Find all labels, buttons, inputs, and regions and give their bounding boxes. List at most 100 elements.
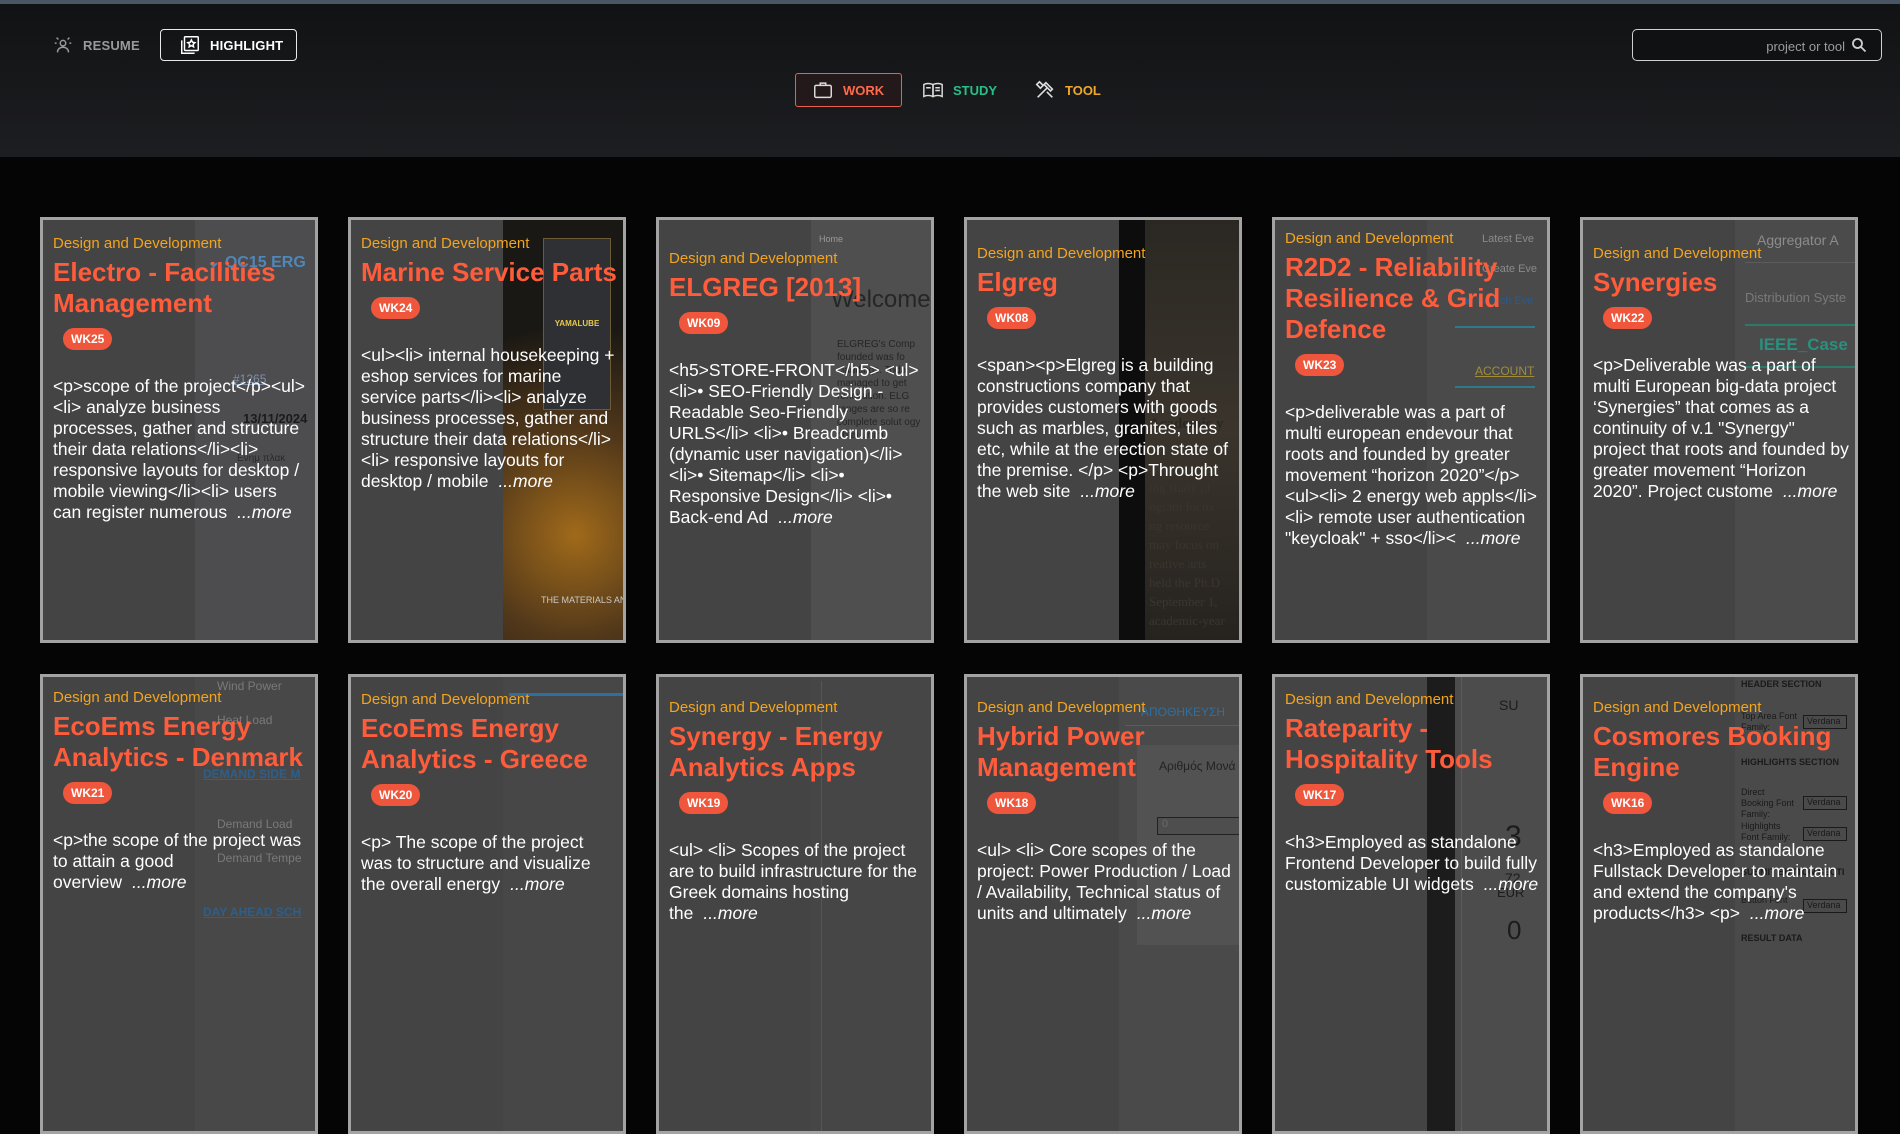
- project-card[interactable]: Latest Eve Create Eve ▶ Search Eve ACCOU…: [1272, 217, 1550, 643]
- highlight-label: HIGHLIGHT: [210, 37, 284, 53]
- search-box: [1632, 29, 1882, 62]
- card-title: Rateparity - Hospitality Tools: [1285, 713, 1493, 774]
- resume-label: RESUME: [83, 37, 140, 53]
- card-title: Synergy - Energy Analytics Apps: [669, 721, 883, 782]
- thumb-line: reative arts: [1149, 556, 1207, 571]
- thumb-field: Home: [819, 234, 844, 244]
- description-text: <p>scope of the project</p><ul><li> anal…: [53, 376, 305, 522]
- project-card[interactable]: Design and Development Synergy - Energy …: [656, 674, 934, 1134]
- description-text: <p>deliverable was a part of multi europ…: [1285, 402, 1537, 548]
- card-description: <ul><li> internal housekeeping + eshop s…: [361, 345, 617, 492]
- more-link[interactable]: ...more: [1484, 874, 1538, 894]
- week-badge: WK09: [679, 312, 729, 334]
- thumb-line: September 1,: [1149, 594, 1218, 609]
- tab-tool-label: TOOL: [1065, 82, 1101, 98]
- card-category: Design and Development: [977, 699, 1146, 716]
- week-badge: WK20: [371, 784, 421, 806]
- card-description: <p>Deliverable was a part of multi Europ…: [1593, 355, 1849, 502]
- more-link[interactable]: ...more: [778, 507, 832, 527]
- card-content: Design and Development EcoEms Energy Ana…: [361, 691, 617, 895]
- thumb-caption: THE MATERIALS AN: [541, 595, 626, 605]
- week-badge: WK17: [1295, 784, 1345, 806]
- thumb-line: held the Ph.D: [1149, 575, 1221, 590]
- project-card[interactable]: SU 3 72 EUR 0 Design and Development Rat…: [1272, 674, 1550, 1134]
- project-card[interactable]: ⌄ QC15 ERG #1265 13/11/2024 Ενημ πλακ De…: [40, 217, 318, 643]
- more-link[interactable]: ...more: [498, 471, 552, 491]
- card-description: <ul> <li> Core scopes of the project: Po…: [977, 840, 1233, 924]
- more-link[interactable]: ...more: [510, 874, 564, 894]
- more-link[interactable]: ...more: [237, 502, 291, 522]
- card-category: Design and Development: [1593, 245, 1762, 262]
- tab-tool[interactable]: TOOL: [1034, 73, 1101, 107]
- week-badge: WK18: [987, 792, 1037, 814]
- description-text: <ul> <li> Core scopes of the project: Po…: [977, 840, 1231, 923]
- more-link[interactable]: ...more: [703, 903, 757, 923]
- project-card[interactable]: Aggregator A Distribution Syste IEEE_Cas…: [1580, 217, 1858, 643]
- header: RESUME HIGHLIGHT WORK STUDY TOOL: [0, 4, 1900, 157]
- card-title: Hybrid Power Management: [977, 721, 1145, 782]
- more-link[interactable]: ...more: [1750, 903, 1804, 923]
- thumb-line: ng resource: [1149, 518, 1210, 533]
- briefcase-icon: [814, 82, 832, 99]
- project-card[interactable]: Design and Development EcoEms Energy Ana…: [348, 674, 626, 1134]
- week-badge: WK16: [1603, 792, 1653, 814]
- week-badge: WK24: [371, 297, 421, 319]
- project-card[interactable]: Wind Power Heat Load DEMAND SIDE M Deman…: [40, 674, 318, 1134]
- project-card[interactable]: ΑΠΟΘΗΚΕΥΣΗ Αριθμός Μονά 0 Design and Dev…: [964, 674, 1242, 1134]
- open-book-icon: [923, 82, 943, 98]
- thumb-link: DAY AHEAD SCH: [203, 905, 302, 919]
- project-card[interactable]: Home Welcome ELGREG's Comp founded was f…: [656, 217, 934, 643]
- card-category: Design and Development: [361, 691, 530, 708]
- card-category: Design and Development: [1285, 230, 1454, 247]
- description-text: <p>Deliverable was a part of multi Europ…: [1593, 355, 1849, 501]
- card-content: Design and Development Cosmores Booking …: [1593, 699, 1849, 924]
- card-title: EcoEms Energy Analytics - Greece: [361, 713, 588, 774]
- person-radiating-icon: [54, 37, 72, 53]
- thumb-zero: 0: [1507, 915, 1522, 945]
- card-content: Design and Development Electro - Facilit…: [53, 235, 309, 523]
- more-link[interactable]: ...more: [132, 872, 186, 892]
- more-link[interactable]: ...more: [1080, 481, 1134, 501]
- card-title: Synergies: [1593, 267, 1718, 297]
- search-input[interactable]: [1643, 30, 1847, 62]
- tools-icon: [1035, 80, 1054, 98]
- week-badge: WK25: [63, 328, 113, 350]
- card-description: <h5>STORE-FRONT</h5> <ul> <li>• SEO-Frie…: [669, 360, 925, 528]
- week-badge: WK21: [63, 782, 113, 804]
- card-title: R2D2 - Reliability Resilience & Grid Def…: [1285, 252, 1501, 344]
- card-category: Design and Development: [53, 689, 222, 706]
- card-content: Design and Development EcoEms Energy Ana…: [53, 689, 309, 893]
- more-link[interactable]: ...more: [1137, 903, 1191, 923]
- description-text: <span><p>Elgreg is a building constructi…: [977, 355, 1228, 501]
- card-content: Design and Development Synergies WK22 <p…: [1593, 245, 1849, 502]
- highlight-button[interactable]: HIGHLIGHT: [160, 29, 297, 61]
- card-description: <p>the scope of the project was to attai…: [53, 830, 309, 893]
- thumb-line: academic-year: [1149, 613, 1225, 628]
- week-badge: WK23: [1295, 354, 1345, 376]
- project-card[interactable]: Academic y gram, foundati stem foundati …: [964, 217, 1242, 643]
- card-title: Electro - Facilities Management: [53, 257, 276, 318]
- card-content: Design and Development Elgreg WK08 <span…: [977, 245, 1233, 502]
- card-category: Design and Development: [53, 235, 222, 252]
- card-content: Design and Development ELGREG [2013] WK0…: [669, 250, 925, 528]
- week-badge: WK19: [679, 792, 729, 814]
- more-link[interactable]: ...more: [1783, 481, 1837, 501]
- week-badge: WK22: [1603, 307, 1653, 329]
- project-card[interactable]: HEADER SECTION Top Area Font Family: Ver…: [1580, 674, 1858, 1134]
- card-description: <h3>Employed as standalone Frontend Deve…: [1285, 832, 1541, 895]
- project-card[interactable]: YAMALUBE THE MATERIALS AN Design and Dev…: [348, 217, 626, 643]
- card-category: Design and Development: [669, 250, 838, 267]
- star-image-icon: [181, 36, 199, 54]
- card-description: <p>scope of the project</p><ul><li> anal…: [53, 376, 309, 523]
- more-link[interactable]: ...more: [1466, 528, 1520, 548]
- tab-study[interactable]: STUDY: [922, 73, 997, 107]
- description-text: <ul><li> internal housekeeping + eshop s…: [361, 345, 615, 491]
- card-category: Design and Development: [361, 235, 530, 252]
- resume-button[interactable]: RESUME: [52, 29, 140, 61]
- card-description: <p> The scope of the project was to stru…: [361, 832, 617, 895]
- card-title: ELGREG [2013]: [669, 272, 862, 302]
- week-badge: WK08: [987, 307, 1037, 329]
- card-title: EcoEms Energy Analytics - Denmark: [53, 711, 303, 772]
- search-icon[interactable]: [1851, 37, 1867, 53]
- tab-work[interactable]: WORK: [795, 73, 902, 107]
